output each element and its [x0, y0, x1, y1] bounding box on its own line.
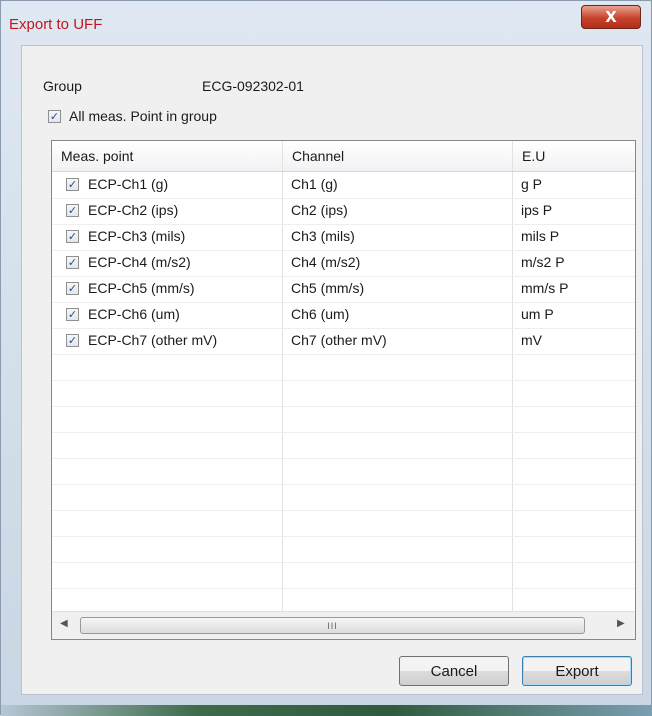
- channel-cell: Ch2 (ips): [291, 202, 348, 218]
- column-header-meas-point[interactable]: Meas. point: [52, 141, 282, 171]
- meas-point-cell: ECP-Ch6 (um): [88, 306, 180, 322]
- row-gridline: [52, 406, 635, 407]
- cancel-button[interactable]: Cancel: [399, 656, 509, 686]
- channel-cell: Ch1 (g): [291, 176, 338, 192]
- export-button[interactable]: Export: [522, 656, 632, 686]
- table-row[interactable]: ✓ ECP-Ch6 (um) Ch6 (um) um P: [52, 302, 635, 328]
- checkmark-icon: ✓: [67, 204, 78, 217]
- eu-cell: mm/s P: [521, 280, 569, 296]
- eu-cell: ips P: [521, 202, 553, 218]
- checkmark-icon: ✓: [67, 256, 78, 269]
- meas-point-cell: ECP-Ch4 (m/s2): [88, 254, 191, 270]
- horizontal-scrollbar[interactable]: ◀ III ▶: [52, 611, 635, 639]
- row-checkbox[interactable]: ✓: [66, 334, 79, 347]
- eu-cell: um P: [521, 306, 554, 322]
- channel-cell: Ch4 (m/s2): [291, 254, 361, 270]
- column-header-eu[interactable]: E.U: [512, 141, 635, 171]
- table-row[interactable]: ✓ ECP-Ch3 (mils) Ch3 (mils) mils P: [52, 224, 635, 250]
- channel-cell: Ch5 (mm/s): [291, 280, 365, 296]
- row-checkbox[interactable]: ✓: [66, 256, 79, 269]
- row-checkbox[interactable]: ✓: [66, 204, 79, 217]
- row-gridline: [52, 432, 635, 433]
- row-gridline: [52, 562, 635, 563]
- row-gridline: [52, 380, 635, 381]
- scroll-right-icon[interactable]: ▶: [617, 618, 625, 629]
- table-row[interactable]: ✓ ECP-Ch5 (mm/s) Ch5 (mm/s) mm/s P: [52, 276, 635, 302]
- checkmark-icon: ✓: [67, 230, 78, 243]
- row-checkbox[interactable]: ✓: [66, 308, 79, 321]
- row-gridline: [52, 536, 635, 537]
- eu-cell: mV: [521, 332, 542, 348]
- checkmark-icon: ✓: [49, 110, 60, 123]
- close-icon: X: [605, 8, 617, 26]
- table-row[interactable]: ✓ ECP-Ch7 (other mV) Ch7 (other mV) mV: [52, 328, 635, 354]
- eu-cell: m/s2 P: [521, 254, 565, 270]
- row-gridline: [52, 588, 635, 589]
- row-checkbox[interactable]: ✓: [66, 178, 79, 191]
- meas-point-cell: ECP-Ch7 (other mV): [88, 332, 218, 348]
- channel-cell: Ch7 (other mV): [291, 332, 387, 348]
- channel-cell: Ch6 (um): [291, 306, 350, 322]
- channel-cell: Ch3 (mils): [291, 228, 355, 244]
- column-header-channel[interactable]: Channel: [282, 141, 512, 171]
- checkmark-icon: ✓: [67, 282, 78, 295]
- checkmark-icon: ✓: [67, 308, 78, 321]
- meas-point-cell: ECP-Ch3 (mils): [88, 228, 186, 244]
- scrollbar-thumb[interactable]: III: [80, 617, 585, 634]
- list-header: Meas. point Channel E.U: [52, 141, 635, 172]
- row-gridline: [52, 458, 635, 459]
- scroll-left-icon[interactable]: ◀: [60, 618, 68, 629]
- export-dialog: Export to UFF X Group ECG-092302-01 ✓ Al…: [0, 0, 652, 716]
- row-gridline: [52, 510, 635, 511]
- dialog-title: Export to UFF: [9, 16, 103, 33]
- close-button[interactable]: X: [581, 5, 641, 29]
- meas-point-cell: ECP-Ch5 (mm/s): [88, 280, 195, 296]
- table-row[interactable]: ✓ ECP-Ch1 (g) Ch1 (g) g P: [52, 172, 635, 198]
- group-value: ECG-092302-01: [202, 78, 304, 94]
- row-checkbox[interactable]: ✓: [66, 282, 79, 295]
- meas-point-cell: ECP-Ch1 (g): [88, 176, 169, 192]
- checkmark-icon: ✓: [67, 178, 78, 191]
- row-checkbox[interactable]: ✓: [66, 230, 79, 243]
- meas-point-cell: ECP-Ch2 (ips): [88, 202, 179, 218]
- dialog-body: Group ECG-092302-01 ✓ All meas. Point in…: [21, 45, 643, 695]
- eu-cell: mils P: [521, 228, 560, 244]
- group-label: Group: [43, 78, 82, 94]
- all-points-checkbox[interactable]: ✓: [48, 110, 61, 123]
- eu-cell: g P: [521, 176, 543, 192]
- taskbar-strip: [1, 705, 652, 716]
- title-bar: Export to UFF X: [1, 1, 651, 43]
- all-points-label: All meas. Point in group: [69, 108, 217, 124]
- checkmark-icon: ✓: [67, 334, 78, 347]
- table-row[interactable]: ✓ ECP-Ch4 (m/s2) Ch4 (m/s2) m/s2 P: [52, 250, 635, 276]
- row-gridline: [52, 354, 635, 355]
- measurement-point-list[interactable]: Meas. point Channel E.U ✓ ECP-Ch1 (g) Ch1 …: [51, 140, 636, 640]
- scrollbar-grip: III: [327, 620, 338, 631]
- table-row[interactable]: ✓ ECP-Ch2 (ips) Ch2 (ips) ips P: [52, 198, 635, 224]
- row-gridline: [52, 484, 635, 485]
